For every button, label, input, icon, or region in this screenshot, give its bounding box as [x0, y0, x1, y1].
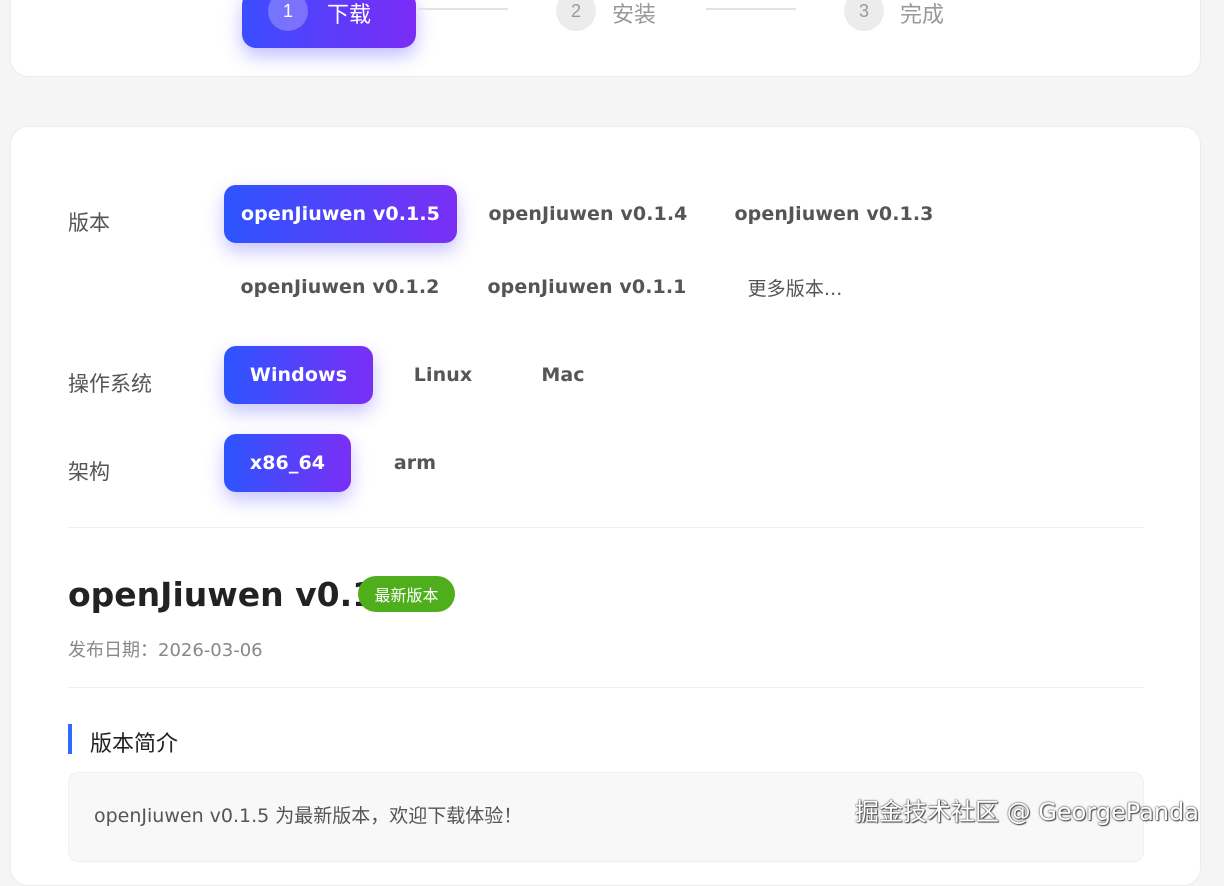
- version-option-v012[interactable]: openJiuwen v0.1.2: [231, 258, 449, 316]
- release-date: 发布日期：2026-03-06: [68, 640, 263, 661]
- step-connector: [418, 8, 508, 10]
- version-option-v013[interactable]: openJiuwen v0.1.3: [725, 185, 943, 243]
- step-3-label: 完成: [900, 2, 945, 27]
- arch-option-x86-64[interactable]: x86_64: [224, 434, 351, 492]
- version-option-v015[interactable]: openJiuwen v0.1.5: [224, 185, 457, 243]
- download-options-card: 版本 openJiuwen v0.1.5 openJiuwen v0.1.4 o…: [10, 126, 1201, 886]
- os-option-mac[interactable]: Mac: [514, 346, 612, 404]
- version-option-v011[interactable]: openJiuwen v0.1.1: [478, 258, 696, 316]
- step-1-label: 下载: [327, 2, 372, 27]
- stepper-card: 1 下载 2 安装 3 完成: [10, 0, 1201, 77]
- step-connector: [706, 8, 796, 10]
- os-option-windows[interactable]: Windows: [224, 346, 373, 404]
- latest-version-badge: 最新版本: [358, 576, 455, 612]
- divider: [68, 687, 1144, 688]
- version-label: 版本: [68, 211, 110, 235]
- arch-option-arm[interactable]: arm: [371, 434, 459, 492]
- version-option-v014[interactable]: openJiuwen v0.1.4: [479, 185, 697, 243]
- divider: [68, 527, 1144, 528]
- section-accent-bar: [68, 724, 72, 754]
- watermark: 掘金技术社区 @ GeorgePanda: [855, 798, 1200, 826]
- os-label: 操作系统: [68, 372, 152, 396]
- intro-text: openJiuwen v0.1.5 为最新版本，欢迎下载体验！: [94, 805, 523, 827]
- os-option-linux[interactable]: Linux: [391, 346, 495, 404]
- arch-label: 架构: [68, 460, 110, 484]
- section-title-intro: 版本简介: [90, 732, 179, 757]
- step-2-label: 安装: [612, 2, 657, 27]
- step-3-number: 3: [844, 0, 884, 31]
- step-2-number: 2: [556, 0, 596, 31]
- more-versions-link[interactable]: 更多版本...: [725, 258, 865, 316]
